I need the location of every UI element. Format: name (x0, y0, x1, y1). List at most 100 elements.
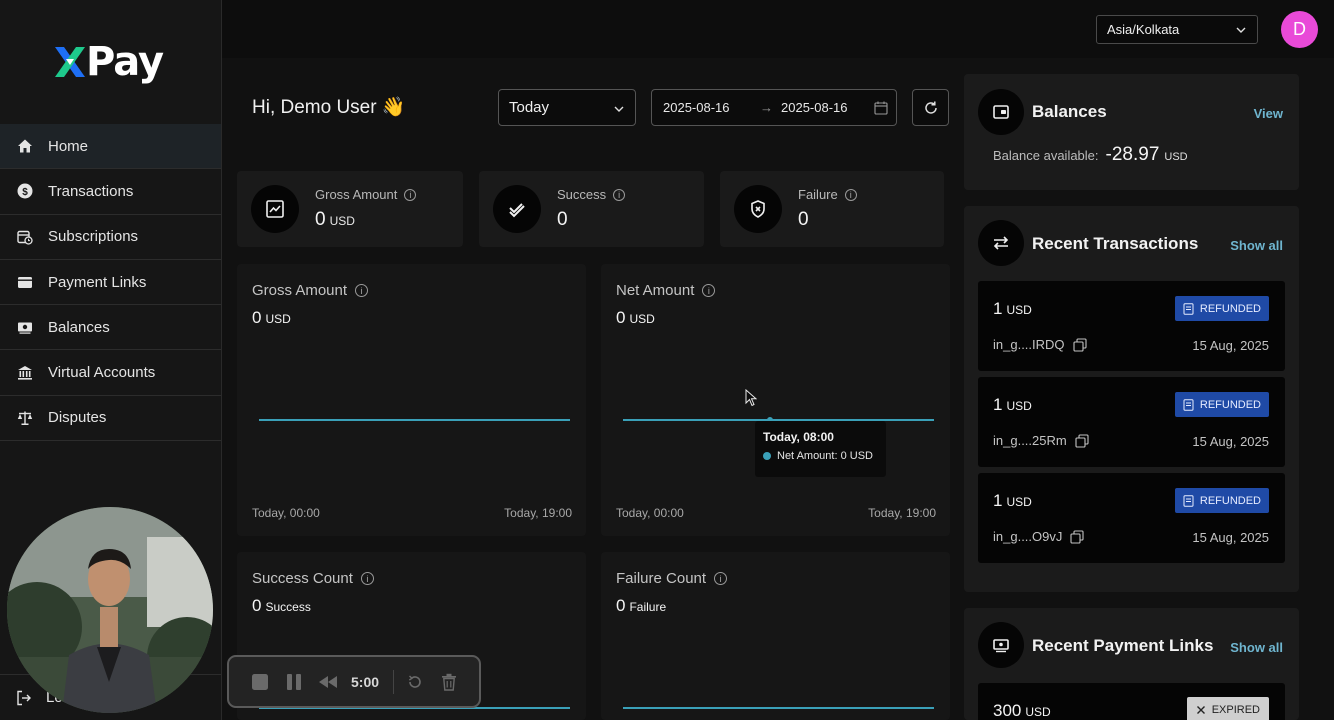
chart-title-text: Failure Count (616, 570, 707, 587)
transaction-id-text: in_g....O9vJ (993, 529, 1063, 544)
range-select[interactable]: Today (498, 89, 636, 126)
payment-link-amount: 300 USD (993, 701, 1051, 720)
transaction-item[interactable]: 1 USD REFUNDED in_g....IRDQ 15 Aug, 2025 (978, 281, 1285, 371)
sidebar-nav: Home $ Transactions Subscriptions Paymen… (0, 124, 221, 442)
transaction-amount: 1 USD (993, 299, 1032, 319)
copy-icon[interactable] (1072, 337, 1087, 352)
tooltip-row: Net Amount: 0 USD (763, 450, 878, 462)
topbar: Asia/Kolkata D (222, 0, 1334, 58)
info-icon[interactable]: i (355, 284, 369, 297)
panel-title: Balances (1032, 102, 1107, 121)
date-from[interactable]: 2025-08-16 (663, 100, 730, 115)
sidebar-item-balances[interactable]: Balances (0, 305, 221, 351)
amount-value: 300 (993, 701, 1022, 720)
delete-button[interactable] (438, 671, 460, 693)
stat-unit: USD (329, 214, 355, 228)
refresh-button[interactable] (912, 89, 949, 126)
balance-label: Balance available: (993, 148, 1099, 163)
trending-up-icon (251, 185, 299, 233)
logout-icon (17, 690, 31, 705)
avatar[interactable]: D (1281, 11, 1318, 48)
transaction-item[interactable]: 1 USD REFUNDED in_g....O9vJ 15 Aug, 2025 (978, 473, 1285, 563)
x-axis-start-label: Today, 00:00 (252, 506, 320, 520)
restart-button[interactable] (404, 671, 426, 693)
sidebar-item-payment-links[interactable]: Payment Links (0, 260, 221, 306)
info-icon[interactable]: i (360, 572, 374, 585)
info-icon[interactable]: i (714, 572, 728, 585)
chart-unit: USD (265, 312, 291, 326)
amount-unit: USD (1006, 303, 1032, 317)
transaction-amount: 1 USD (993, 395, 1032, 415)
trash-icon (442, 673, 457, 691)
chart-value: 0 Failure (616, 596, 666, 616)
info-icon[interactable]: i (613, 188, 626, 201)
transaction-date: 15 Aug, 2025 (1192, 530, 1269, 545)
chart-title: Success Count i (252, 570, 374, 587)
stat-title-text: Success (557, 187, 607, 202)
chart-unit: USD (629, 312, 655, 326)
transaction-date: 15 Aug, 2025 (1192, 434, 1269, 449)
chart-title: Gross Amount i (252, 282, 369, 299)
screen-recorder-controls: 5:00 (227, 655, 481, 708)
tooltip-label: Net Amount: 0 USD (777, 450, 873, 462)
refresh-icon (924, 101, 937, 114)
sidebar-item-label: Transactions (48, 182, 134, 200)
rewind-button[interactable] (317, 671, 339, 693)
date-range-picker[interactable]: 2025-08-16 → 2025-08-16 (651, 89, 897, 126)
payment-link-item[interactable]: 300 USD EXPIRED (978, 683, 1285, 720)
view-balances-link[interactable]: View (1254, 106, 1283, 121)
receipt-icon (1183, 398, 1194, 411)
info-icon[interactable]: i (844, 188, 857, 201)
mouse-cursor-icon (745, 389, 757, 407)
x-axis-end-label: Today, 19:00 (504, 506, 572, 520)
stat-title: Success i (557, 187, 626, 202)
sidebar-item-subscriptions[interactable]: Subscriptions (0, 215, 221, 260)
stat-title-text: Failure (798, 187, 838, 202)
cash-icon (16, 318, 34, 336)
info-icon[interactable]: i (702, 284, 716, 297)
double-check-icon (493, 185, 541, 233)
sidebar-item-virtual-accounts[interactable]: Virtual Accounts (0, 350, 221, 396)
status-badge: REFUNDED (1174, 392, 1269, 417)
chart-title: Net Amount i (616, 282, 716, 299)
sidebar-item-label: Subscriptions (48, 228, 139, 246)
timezone-select[interactable]: Asia/Kolkata (1096, 15, 1258, 44)
date-to[interactable]: 2025-08-16 (781, 100, 848, 115)
sidebar-item-disputes[interactable]: Disputes (0, 396, 221, 442)
close-icon (1196, 705, 1205, 714)
copy-icon[interactable] (1070, 529, 1084, 544)
divider (393, 669, 395, 694)
stat-title-text: Gross Amount (315, 187, 398, 202)
series-dot (763, 452, 771, 460)
recent-transactions-panel: Recent Transactions Show all 1 USD REFUND… (964, 206, 1299, 592)
calendar-clock-icon (16, 228, 34, 246)
chart-value-number: 0 (616, 308, 626, 327)
sidebar-item-home[interactable]: Home (0, 124, 221, 170)
amount-value: 1 (993, 491, 1003, 510)
show-all-transactions-link[interactable]: Show all (1230, 238, 1283, 253)
wallet-icon (978, 89, 1024, 135)
transaction-id-text: in_g....25Rm (993, 433, 1067, 448)
stat-value: 0 (798, 209, 809, 231)
balances-panel: Balances View Balance available: -28.97 … (964, 74, 1299, 190)
chart-series-line[interactable] (623, 707, 934, 709)
stop-button[interactable] (249, 671, 271, 693)
svg-text:$: $ (22, 187, 28, 198)
balance-available: Balance available: -28.97 USD (993, 144, 1188, 166)
chart-value: 0 Success (252, 596, 311, 616)
stat-card-gross-amount: Gross Amount i 0 USD (237, 171, 463, 247)
transaction-item[interactable]: 1 USD REFUNDED in_g....25Rm 15 Aug, 2025 (978, 377, 1285, 467)
pause-button[interactable] (283, 671, 305, 693)
show-all-payment-links-link[interactable]: Show all (1230, 640, 1283, 655)
recent-payment-links-panel: Recent Payment Links Show all 300 USD EXP… (964, 608, 1299, 720)
brand-logo[interactable]: Pay (55, 39, 164, 85)
chart-series-line[interactable] (259, 419, 570, 421)
sidebar-item-transactions[interactable]: $ Transactions (0, 169, 221, 215)
info-icon[interactable]: i (404, 188, 417, 201)
swap-arrows-icon (978, 220, 1024, 266)
chart-card-net-amount: Net Amount i 0 USD Today, 00:00 Today, 19:… (601, 264, 950, 536)
presenter-video-image (7, 507, 213, 713)
copy-icon[interactable] (1075, 433, 1089, 448)
scales-icon (16, 409, 34, 427)
chart-title-text: Net Amount (616, 282, 695, 299)
